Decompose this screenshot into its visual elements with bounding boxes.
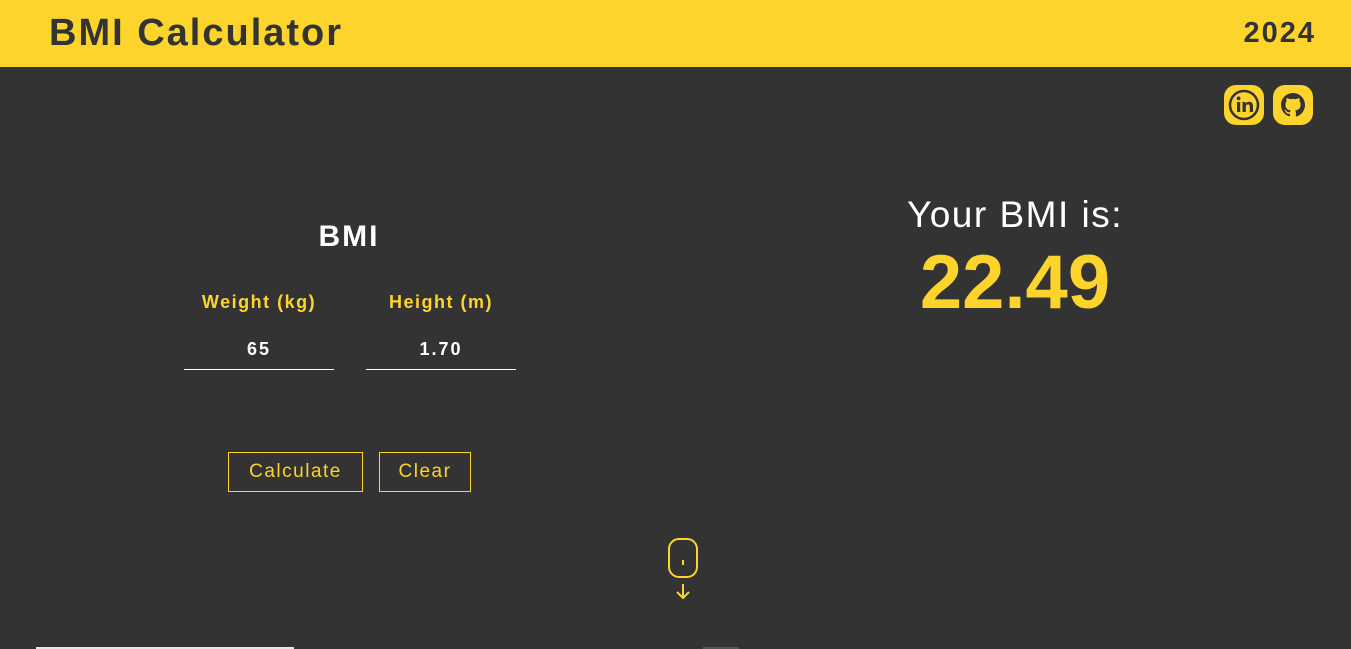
height-input[interactable] xyxy=(366,330,516,370)
header-bar: BMI Calculator 2024 xyxy=(0,0,1351,67)
github-link[interactable] xyxy=(1273,85,1313,125)
calculate-button[interactable]: Calculate xyxy=(228,452,363,492)
result-label: Your BMI is: xyxy=(906,194,1124,235)
weight-input[interactable] xyxy=(184,330,334,370)
clear-button[interactable]: Clear xyxy=(379,452,471,492)
app-title: BMI Calculator xyxy=(49,12,344,54)
github-icon xyxy=(1281,93,1305,117)
form-title: BMI xyxy=(318,220,380,253)
linkedin-icon xyxy=(1228,89,1260,121)
header-year: 2024 xyxy=(1243,17,1316,49)
mouse-scroll-down-icon xyxy=(668,538,698,600)
scroll-down-indicator[interactable] xyxy=(666,537,700,603)
height-label: Height (m) xyxy=(389,292,493,312)
weight-label: Weight (kg) xyxy=(201,292,317,312)
bmi-result-value: 22.49 xyxy=(919,240,1111,325)
linkedin-link[interactable] xyxy=(1224,85,1264,125)
